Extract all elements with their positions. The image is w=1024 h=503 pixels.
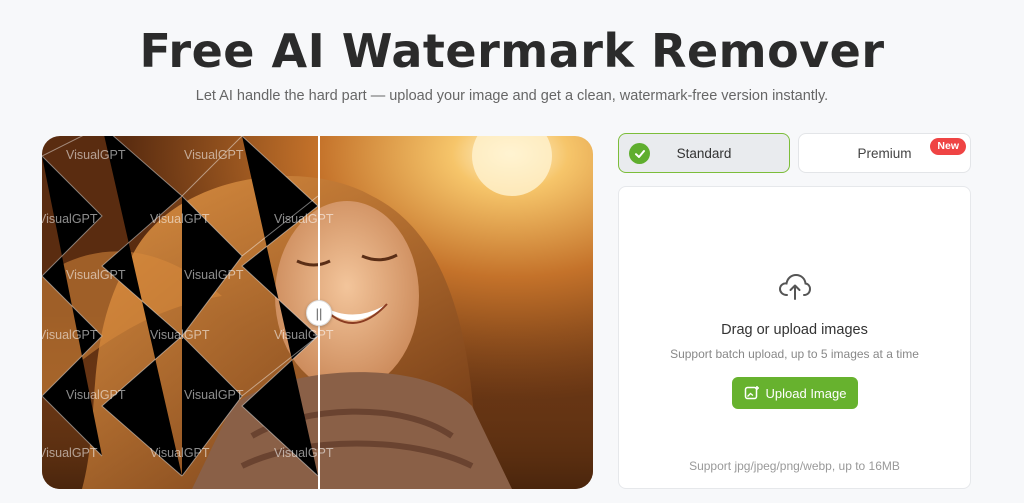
upload-button-label: Upload Image	[765, 385, 847, 401]
tab-standard-label: Standard	[676, 145, 732, 161]
tab-standard[interactable]: Standard	[618, 133, 790, 173]
page-subtitle: Let AI handle the hard part — upload you…	[195, 88, 829, 104]
watermark-text: VisualGPT	[66, 148, 126, 162]
watermark-text: VisualGPT	[274, 328, 334, 342]
watermark-text: VisualGPT	[150, 328, 210, 342]
upload-image-button[interactable]: Upload Image	[732, 377, 858, 409]
watermark-text: VisualGPT	[274, 446, 334, 460]
upload-title: Drag or upload images	[721, 322, 868, 338]
page-title: Free AI Watermark Remover	[139, 24, 885, 78]
tab-premium[interactable]: Premium New	[798, 133, 971, 173]
drag-handle-icon[interactable]: ||	[306, 300, 332, 326]
watermark-text: VisualGPT	[274, 212, 334, 226]
before-after-comparison[interactable]: VisualGPT VisualGPT VisualGPT VisualGPT …	[42, 136, 593, 489]
upload-format-note: Support jpg/jpeg/png/webp, up to 16MB	[689, 459, 900, 473]
watermark-text: VisualGPT	[66, 268, 126, 282]
tab-premium-label: Premium	[857, 145, 912, 161]
watermark-text: VisualGPT	[42, 328, 98, 342]
watermark-text: VisualGPT	[150, 446, 210, 460]
watermark-text: VisualGPT	[66, 388, 126, 402]
upload-subtitle: Support batch upload, up to 5 images at …	[670, 347, 919, 361]
watermark-text: VisualGPT	[184, 268, 244, 282]
upload-dropzone[interactable]: Drag or upload images Support batch uplo…	[618, 186, 971, 489]
watermark-text: VisualGPT	[42, 446, 98, 460]
watermark-text: VisualGPT	[42, 212, 98, 226]
watermark-text: VisualGPT	[184, 388, 244, 402]
image-add-icon	[744, 386, 759, 400]
new-badge: New	[930, 138, 966, 155]
watermark-text: VisualGPT	[184, 148, 244, 162]
check-icon	[629, 143, 650, 164]
cloud-upload-icon	[778, 273, 812, 300]
watermark-text: VisualGPT	[150, 212, 210, 226]
